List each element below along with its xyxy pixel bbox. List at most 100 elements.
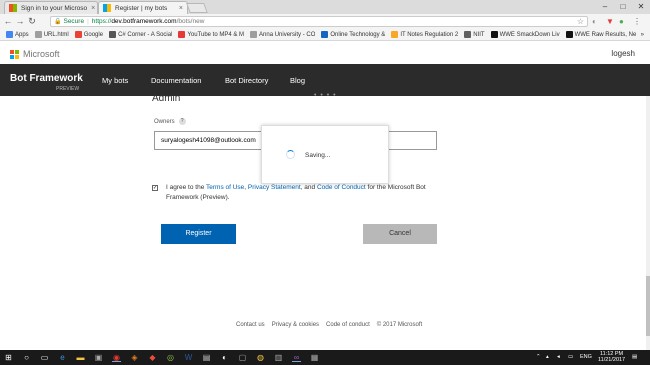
maximize-icon[interactable]: □: [614, 1, 632, 12]
register-button[interactable]: Register: [161, 224, 236, 244]
page-scrollbar[interactable]: [646, 96, 650, 350]
bookmark-label: NIIT: [473, 31, 485, 38]
url-protocol: https://: [91, 18, 112, 25]
chrome-icon[interactable]: ◉: [112, 353, 121, 362]
green-extension-icon[interactable]: ●: [619, 16, 624, 27]
bookmark-item[interactable]: IT Notes Regulation 2: [391, 31, 458, 38]
bookmark-item[interactable]: Online Technology &: [321, 31, 385, 38]
edge-icon[interactable]: e: [58, 353, 67, 362]
bookmark-label: Google: [83, 31, 104, 38]
microsoft-wordmark: Microsoft: [23, 49, 60, 59]
saving-message: Saving...: [305, 152, 331, 159]
close-window-icon[interactable]: ✕: [632, 1, 650, 12]
close-tab-icon[interactable]: ×: [175, 5, 183, 12]
tab-title: Sign in to your Microso: [21, 4, 88, 12]
notifications-icon[interactable]: ▤: [632, 353, 637, 362]
bookmark-label: YouTube to MP4 & M: [187, 31, 245, 38]
network-icon[interactable]: ▴: [546, 353, 549, 362]
help-icon[interactable]: ?: [178, 118, 186, 125]
taskbar-app-icon[interactable]: ◎: [166, 353, 175, 362]
taskbar-app-icon[interactable]: ◈: [130, 353, 139, 362]
bookmark-label: URL.html: [43, 31, 69, 38]
microsoft-header: Microsoft logesh: [0, 42, 650, 64]
bookmark-favicon-icon: [250, 31, 258, 38]
agreement-text: I agree to the Terms of Use, Privacy Sta…: [166, 184, 426, 201]
separator: |: [87, 18, 89, 25]
visual-studio-icon[interactable]: ∞: [292, 353, 301, 362]
minimize-icon[interactable]: –: [596, 1, 614, 12]
new-tab-button[interactable]: [186, 3, 208, 13]
bookmark-item[interactable]: WWE Raw Results, Ne: [565, 31, 636, 38]
tab-title: Register | my bots: [115, 4, 168, 12]
url-host: dev.botframework.com: [111, 18, 177, 25]
volume-icon[interactable]: ◂: [557, 353, 560, 362]
bookmark-label: IT Notes Regulation 2: [400, 31, 459, 38]
taskbar-app-icon[interactable]: ◍: [256, 353, 265, 362]
browser-tab-strip: Sign in to your Microso × Register | my …: [0, 0, 650, 14]
windows-start-icon[interactable]: ⊞: [4, 353, 13, 362]
bot-framework-brand[interactable]: Bot Framework: [10, 73, 83, 84]
footer-conduct-link[interactable]: Code of conduct: [326, 322, 370, 328]
bookmark-star-icon[interactable]: ☆: [577, 17, 584, 27]
bookmark-item[interactable]: WWE SmackDown Liv: [490, 31, 560, 38]
windows-taskbar: ⊞ ○ ▭ e ▬ ▣ ◉ ◈ ◆ ◎ W ▤ ◐ ▢ ◍ ▥ ∞ ▦ ⌃ ▴ …: [0, 350, 650, 365]
bookmark-item[interactable]: C# Corner - A Social: [109, 31, 172, 38]
loading-dots: • • • •: [314, 92, 337, 99]
nav-blog[interactable]: Blog: [290, 76, 305, 85]
microsoft-logo[interactable]: Microsoft: [10, 49, 60, 59]
lock-icon: 🔒: [54, 19, 62, 25]
bookmark-item[interactable]: URL.html: [34, 31, 69, 38]
reload-icon[interactable]: ↻: [26, 14, 38, 29]
extension-icon[interactable]: ◐: [592, 16, 597, 27]
bookmarks-overflow-icon[interactable]: »: [641, 32, 644, 38]
bookmark-label: C# Corner - A Social: [118, 31, 173, 38]
menu-dots-icon[interactable]: ⋮: [633, 16, 641, 27]
system-clock[interactable]: 11:12 PM 11/21/2017: [598, 351, 625, 363]
taskbar-app-icon[interactable]: ▢: [238, 353, 247, 362]
bookmark-item[interactable]: Anna University - CO: [250, 31, 315, 38]
footer-contact-link[interactable]: Contact us: [236, 322, 265, 328]
privacy-statement-link[interactable]: Privacy Statement: [248, 184, 301, 191]
tab-sign-in[interactable]: Sign in to your Microso ×: [4, 1, 98, 14]
terms-agreement: ✓ I agree to the Terms of Use, Privacy S…: [152, 183, 437, 203]
scrollbar-thumb[interactable]: [646, 276, 650, 336]
shield-extension-icon[interactable]: ▼: [606, 16, 614, 27]
secure-indicator[interactable]: 🔒 Secure: [54, 18, 84, 25]
language-indicator[interactable]: ENG: [580, 353, 592, 362]
taskbar-app-icon[interactable]: ▥: [274, 353, 283, 362]
code-of-conduct-link[interactable]: Code of Conduct: [317, 184, 366, 191]
taskbar-app-icon[interactable]: ◆: [148, 353, 157, 362]
word-icon[interactable]: W: [184, 353, 193, 362]
nav-bot-directory[interactable]: Bot Directory: [225, 76, 268, 85]
search-icon[interactable]: ○: [22, 353, 31, 362]
tab-register[interactable]: Register | my bots ×: [98, 1, 188, 14]
cancel-button[interactable]: Cancel: [363, 224, 437, 244]
back-icon[interactable]: ←: [2, 14, 14, 29]
close-tab-icon[interactable]: ×: [87, 5, 95, 12]
taskbar-app-icon[interactable]: ▦: [310, 353, 319, 362]
tray-icon[interactable]: ▭: [568, 353, 573, 362]
bookmark-item[interactable]: Google: [74, 31, 104, 38]
footer: Contact us Privacy & cookies Code of con…: [236, 322, 422, 328]
window-controls: – □ ✕: [596, 1, 650, 12]
bookmark-item[interactable]: NIIT: [464, 31, 485, 38]
bookmark-item[interactable]: Apps: [6, 31, 29, 38]
address-bar[interactable]: 🔒 Secure | https:// dev.botframework.com…: [50, 16, 588, 27]
nav-documentation[interactable]: Documentation: [151, 76, 201, 85]
file-explorer-icon[interactable]: ▬: [76, 353, 85, 362]
nav-my-bots[interactable]: My bots: [102, 76, 128, 85]
forward-icon[interactable]: →: [14, 14, 26, 29]
terms-of-use-link[interactable]: Terms of Use: [206, 184, 244, 191]
taskbar-app-icon[interactable]: ◐: [220, 353, 229, 362]
bookmark-favicon-icon: [565, 31, 573, 38]
agree-checkbox[interactable]: ✓: [152, 185, 158, 191]
store-icon[interactable]: ▣: [94, 353, 103, 362]
bookmark-label: Anna University - CO: [259, 31, 316, 38]
signed-in-user[interactable]: logesh: [611, 49, 635, 58]
bookmark-item[interactable]: YouTube to MP4 & M: [178, 31, 244, 38]
footer-copyright: © 2017 Microsoft: [376, 322, 423, 328]
footer-privacy-link[interactable]: Privacy & cookies: [272, 322, 319, 328]
task-view-icon[interactable]: ▭: [40, 353, 49, 362]
taskbar-app-icon[interactable]: ▤: [202, 353, 211, 362]
tray-arrow-icon[interactable]: ⌃: [536, 353, 541, 362]
